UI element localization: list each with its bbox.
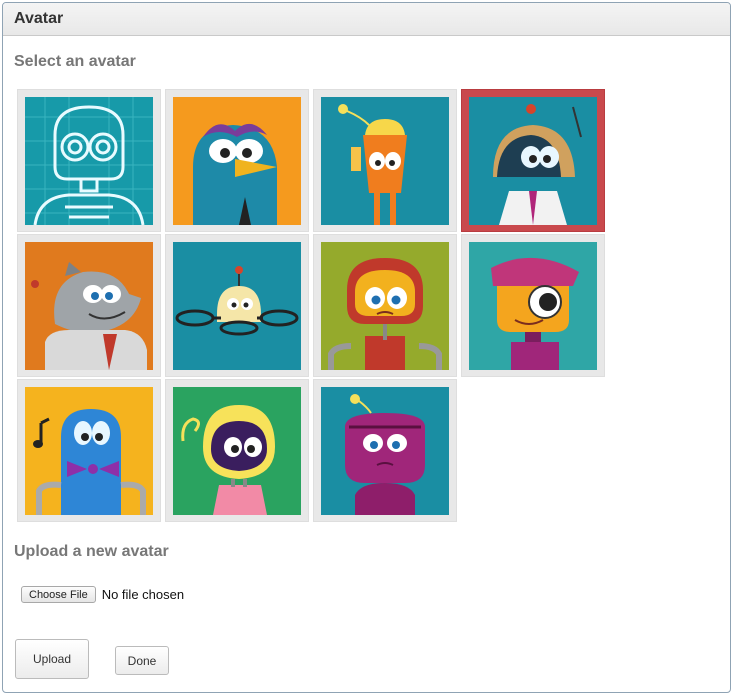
avatar-option-blue-bird[interactable] (165, 89, 309, 232)
avatar-option-cyclops-bot[interactable] (461, 234, 605, 377)
blue-bird-avatar-icon (173, 96, 301, 225)
avatar-grid (17, 89, 605, 522)
helmet-scientist-robot-avatar-icon (469, 96, 597, 225)
file-status-text: No file chosen (101, 587, 185, 602)
music-blue-robot-avatar-icon (25, 386, 153, 515)
select-avatar-heading: Select an avatar (14, 53, 136, 70)
avatar-option-magenta-bot[interactable] (313, 379, 457, 522)
avatar-option-helmet-scientist[interactable] (461, 89, 605, 232)
panel-title: Avatar (14, 10, 64, 27)
avatar-option-purple-helmet-bot[interactable] (165, 379, 309, 522)
choose-file-button[interactable]: Choose File (21, 586, 96, 603)
avatar-option-sad-red-bot[interactable] (313, 234, 457, 377)
upload-button[interactable]: Upload (15, 639, 89, 679)
avatar-option-gray-rhino-bot[interactable] (17, 234, 161, 377)
upload-avatar-heading: Upload a new avatar (14, 543, 169, 560)
avatar-panel: Avatar Select an avatar Upload a new ava… (2, 2, 731, 693)
avatar-option-orange-antenna-bot[interactable] (313, 89, 457, 232)
orange-antenna-robot-avatar-icon (321, 96, 449, 225)
magenta-robot-avatar-icon (321, 386, 449, 515)
drone-robot-avatar-icon (173, 241, 301, 370)
purple-helmet-robot-avatar-icon (173, 386, 301, 515)
cyclops-robot-avatar-icon (469, 241, 597, 370)
robot-outline-avatar-icon (25, 96, 153, 225)
file-picker: Choose File No file chosen (21, 586, 184, 603)
avatar-option-robot-outline[interactable] (17, 89, 161, 232)
done-button[interactable]: Done (115, 646, 169, 675)
panel-header: Avatar (3, 3, 730, 36)
gray-rhino-robot-avatar-icon (25, 241, 153, 370)
sad-red-robot-avatar-icon (321, 241, 449, 370)
avatar-option-drone-bot[interactable] (165, 234, 309, 377)
avatar-option-music-blue-bot[interactable] (17, 379, 161, 522)
